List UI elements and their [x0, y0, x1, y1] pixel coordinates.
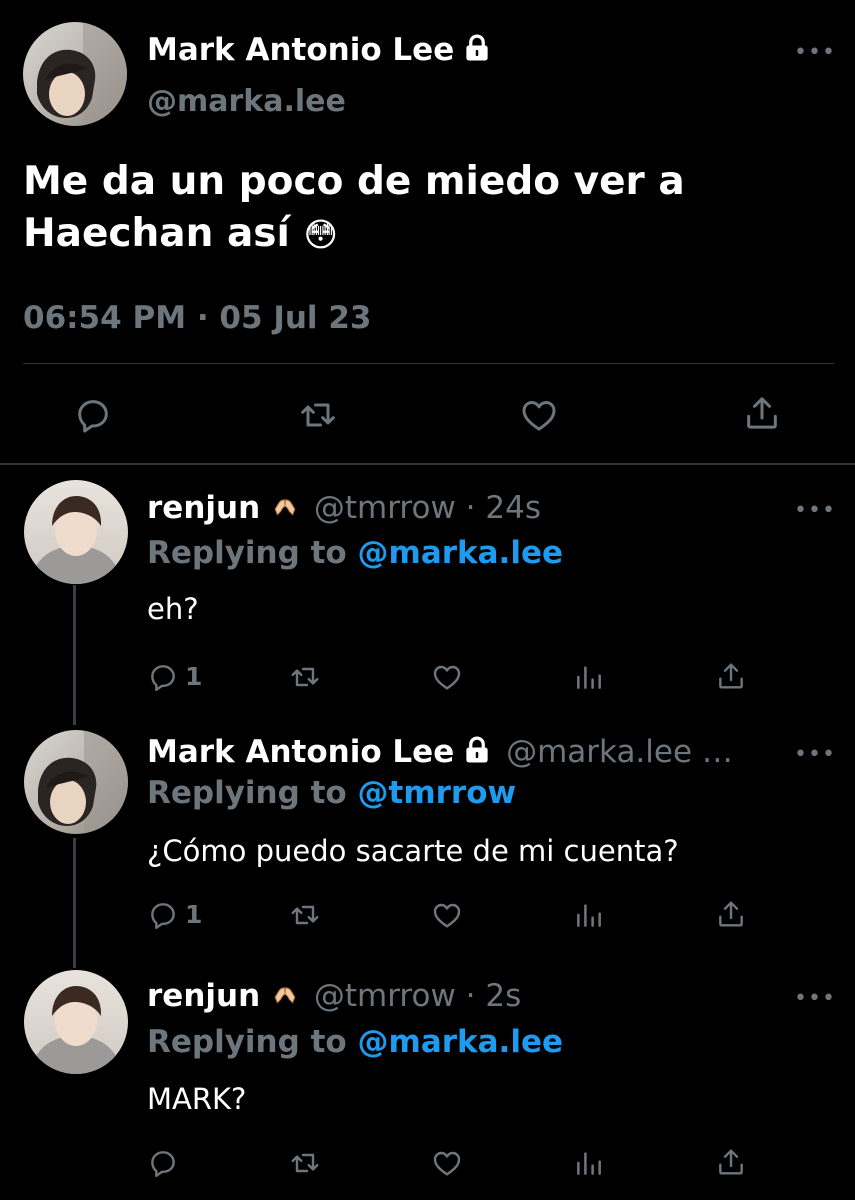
reply-icon[interactable]: [147, 899, 179, 931]
reply-display-name[interactable]: renjun: [147, 490, 260, 526]
replying-to-handle[interactable]: @marka.lee: [358, 1024, 564, 1060]
reply-avatar[interactable]: [24, 970, 128, 1074]
divider: [23, 363, 834, 364]
replying-to-handle[interactable]: @marka.lee: [358, 535, 564, 571]
lock-icon: [462, 33, 492, 63]
like-icon[interactable]: [431, 899, 463, 931]
replying-to: Replying to @marka.lee: [147, 535, 564, 571]
replying-to: Replying to @tmrrow: [147, 775, 517, 811]
share-icon[interactable]: [715, 1146, 747, 1178]
reply-header: renjun @tmrrow · 2s: [147, 978, 521, 1016]
reply-icon[interactable]: [73, 395, 113, 435]
views-icon[interactable]: [573, 1147, 605, 1179]
reply-handle[interactable]: @tmrrow: [314, 490, 456, 526]
share-icon[interactable]: [715, 898, 747, 930]
reply-avatar[interactable]: [24, 480, 128, 584]
author-handle[interactable]: @marka.lee: [147, 84, 346, 119]
reply-action-bar: 1: [147, 898, 767, 932]
reply-handle[interactable]: @marka.lee …: [506, 734, 733, 770]
hands-heart-emoji: [270, 980, 300, 1016]
reply-header: Mark Antonio Lee @marka.lee …: [147, 734, 733, 770]
share-icon[interactable]: [715, 660, 747, 692]
thread-line: [73, 585, 76, 725]
replying-to-handle[interactable]: @tmrrow: [358, 775, 517, 811]
section-divider: [0, 463, 855, 465]
tweet-text: Me da un poco de miedo ver a Haechan así…: [23, 159, 685, 256]
hands-heart-emoji: [270, 492, 300, 528]
views-icon[interactable]: [573, 661, 605, 693]
reply-time[interactable]: · 24s: [466, 490, 541, 526]
reply-text: MARK?: [147, 1082, 247, 1116]
reply-handle[interactable]: @tmrrow: [314, 978, 456, 1014]
retweet-icon[interactable]: [288, 899, 322, 931]
more-options-button[interactable]: •••: [794, 500, 836, 522]
thread-line: [73, 838, 76, 968]
lock-icon: [462, 735, 492, 765]
replying-to: Replying to @marka.lee: [147, 1024, 564, 1060]
reply-icon[interactable]: [147, 661, 179, 693]
retweet-icon[interactable]: [297, 395, 339, 435]
reply-icon[interactable]: [147, 1147, 179, 1179]
reply-count: 1: [185, 900, 203, 929]
reply-display-name[interactable]: renjun: [147, 978, 260, 1014]
reply-display-name[interactable]: Mark Antonio Lee: [147, 734, 454, 770]
flushed-face-emoji: 😳: [303, 215, 338, 254]
author-display-name[interactable]: Mark Antonio Lee: [147, 32, 492, 68]
reply-action-bar: 1: [147, 660, 767, 694]
reply-avatar[interactable]: [24, 730, 128, 834]
tweet-timestamp[interactable]: 06:54 PM · 05 Jul 23: [23, 300, 372, 336]
like-icon[interactable]: [431, 1147, 463, 1179]
views-icon[interactable]: [573, 899, 605, 931]
reply-time[interactable]: · 2s: [466, 978, 522, 1014]
more-options-button[interactable]: •••: [794, 42, 836, 64]
more-options-button[interactable]: •••: [794, 988, 836, 1010]
reply-text: ¿Cómo puedo sacarte de mi cuenta?: [147, 834, 679, 868]
reply-text: eh?: [147, 592, 199, 626]
author-avatar[interactable]: [23, 22, 127, 126]
reply-action-bar: [147, 1146, 767, 1180]
retweet-icon[interactable]: [288, 661, 322, 693]
like-icon[interactable]: [431, 661, 463, 693]
retweet-icon[interactable]: [288, 1147, 322, 1179]
share-icon[interactable]: [742, 393, 782, 433]
reply-count: 1: [185, 662, 203, 691]
reply-header: renjun @tmrrow · 24s: [147, 490, 541, 528]
more-options-button[interactable]: •••: [794, 744, 836, 766]
like-icon[interactable]: [519, 395, 559, 435]
